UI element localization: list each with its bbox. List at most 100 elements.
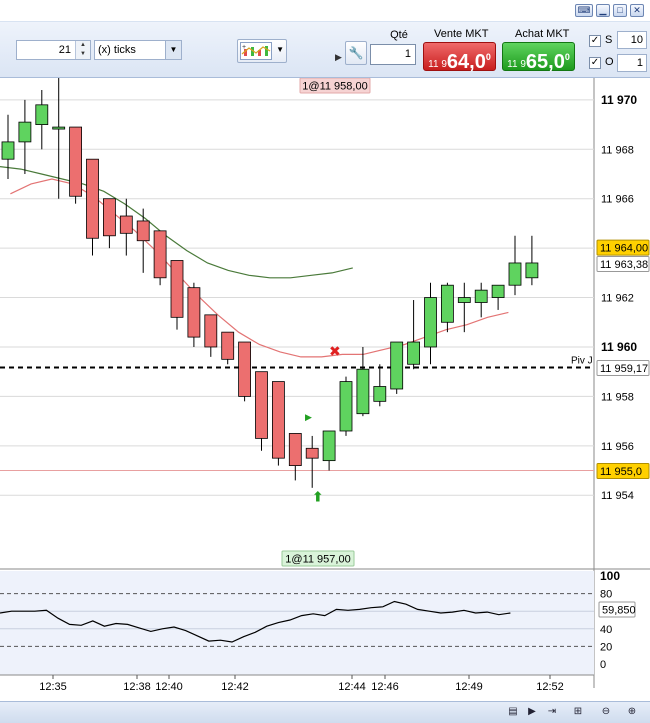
price-chart[interactable]: 11 97011 96811 96611 96411 96211 96011 9… <box>0 78 650 701</box>
candle-body <box>322 430 336 462</box>
status-bar: ▤ ▶ ⇥ ⊞ ⊖ ⊕ <box>0 701 650 723</box>
price-axis-tick: 11 968 <box>601 144 634 156</box>
oscillator-axis-tick: 20 <box>600 641 612 653</box>
stop-label: S <box>605 34 613 46</box>
objective-checkbox[interactable]: ✓ <box>589 57 601 69</box>
buy-price-fraction: 0 <box>564 52 570 62</box>
candle-body <box>18 121 32 143</box>
buy-market-label: Achat MKT <box>515 28 570 40</box>
candle-body <box>204 314 218 348</box>
zoom-out-icon[interactable]: ⊖ <box>598 705 614 720</box>
candle-body <box>440 284 454 323</box>
candle-body <box>86 158 99 239</box>
price-axis-tick: 11 958 <box>601 391 634 403</box>
ticks-value: 21 <box>58 44 71 56</box>
candle-body <box>305 447 319 459</box>
collapse-arrow-icon[interactable]: ▶ <box>335 52 342 63</box>
candle-body <box>390 341 404 390</box>
price-axis-tick: 11 956 <box>601 441 634 453</box>
candle-body <box>119 215 133 234</box>
time-axis-tick: 12:42 <box>221 681 249 693</box>
quantity-label: Qté <box>390 29 408 41</box>
candle-body <box>35 104 49 125</box>
ticks-stepper[interactable]: 21 ▲ ▼ <box>16 40 91 60</box>
oscillator-value-label: 59,850 <box>602 605 636 617</box>
sell-market-button[interactable]: 11 964,00 <box>423 42 496 73</box>
time-axis-tick: 12:52 <box>536 681 564 693</box>
sell-market-label: Vente MKT <box>434 28 489 40</box>
oscillator-axis-tick: 40 <box>600 624 612 636</box>
scroll-lock-icon[interactable]: ▤ <box>505 705 521 720</box>
time-axis-tick: 12:38 <box>123 681 151 693</box>
ticks-unit-label: (x) ticks <box>98 44 136 56</box>
zoom-fit-icon[interactable]: ⊞ <box>570 705 586 720</box>
candle-body <box>103 198 116 237</box>
pending-order-bottom: 1@11 957,00 <box>285 554 350 566</box>
auto-scroll-icon[interactable]: ⇥ <box>544 705 560 720</box>
chevron-down-icon[interactable]: ▼ <box>165 41 181 59</box>
scroll-right-icon[interactable]: ▶ <box>524 705 540 720</box>
buy-price-prefix: 11 9 <box>507 59 526 70</box>
price-axis-tick: 11 962 <box>601 293 634 305</box>
stepper-arrows-icon[interactable]: ▲ ▼ <box>75 41 90 59</box>
candle-body <box>238 341 252 397</box>
candle-body <box>491 284 505 298</box>
resistance-price-label: 11 964,00 <box>600 243 648 255</box>
stop-value-input[interactable]: 10 <box>617 31 647 49</box>
indicators-button[interactable]: + ▼ <box>237 39 287 63</box>
candle-body <box>69 126 82 197</box>
window-controls: ⌨ ▁ □ ✕ <box>575 4 644 17</box>
window-titlebar: ⌨ ▁ □ ✕ <box>0 0 650 22</box>
candle-body <box>407 341 421 365</box>
oscillator-axis-tick: 100 <box>600 569 620 583</box>
chevron-down-icon[interactable]: ▼ <box>276 45 284 54</box>
sell-price-main: 64,0 <box>446 51 486 73</box>
time-axis-tick: 12:46 <box>371 681 399 693</box>
close-icon[interactable]: ✕ <box>630 4 644 17</box>
time-axis-tick: 12:49 <box>455 681 483 693</box>
wrench-icon: 🔧 <box>348 46 364 60</box>
oscillator-axis-tick: 0 <box>600 659 606 671</box>
keyboard-icon[interactable]: ⌨ <box>575 4 593 17</box>
candle-body <box>221 331 235 360</box>
minimize-icon[interactable]: ▁ <box>596 4 610 17</box>
maximize-icon[interactable]: □ <box>613 4 627 17</box>
svg-text:+: + <box>242 44 246 51</box>
objective-value-input[interactable]: 1 <box>617 54 647 72</box>
zoom-in-icon[interactable]: ⊕ <box>624 705 640 720</box>
sell-price-fraction: 0 <box>485 52 491 62</box>
ticks-unit-select[interactable]: (x) ticks ▼ <box>94 40 182 60</box>
candle-body <box>356 368 370 415</box>
price-axis-tick: 11 954 <box>601 490 634 502</box>
objective-label: O <box>605 56 614 68</box>
support-price-label: 11 955,0 <box>600 466 642 478</box>
candle-body <box>424 297 437 348</box>
stop-checkbox[interactable]: ✓ <box>589 35 601 47</box>
candle-body <box>288 433 302 466</box>
settings-wrench-button[interactable]: 🔧 <box>345 41 367 65</box>
buy-arrow-icon: ⬆ <box>312 490 324 506</box>
time-axis-tick: 12:44 <box>338 681 366 693</box>
indicators-icon: + <box>240 42 272 60</box>
candle-body <box>373 386 387 402</box>
sell-price-prefix: 11 9 <box>428 59 447 70</box>
candle-body <box>339 381 353 432</box>
candle-body <box>525 262 539 279</box>
candle-body <box>136 220 150 242</box>
buy-market-button[interactable]: 11 965,00 <box>502 42 575 73</box>
quantity-input[interactable]: 1 <box>370 44 416 65</box>
price-axis-tick: 11 966 <box>601 194 634 206</box>
candle-body <box>52 126 66 130</box>
candle-body <box>255 371 268 439</box>
price-axis-tick: 11 970 <box>601 93 637 107</box>
candle-body <box>457 297 471 303</box>
candle-body <box>508 262 522 286</box>
price-plot-area <box>0 78 594 568</box>
entry-marker-icon: ▶ <box>305 413 312 423</box>
pivot-label: Piv J <box>571 355 593 366</box>
buy-price-main: 65,0 <box>525 51 565 73</box>
pending-order-top: 1@11 958,00 <box>302 81 367 93</box>
price-axis-tick: 11 960 <box>601 340 637 354</box>
time-axis-tick: 12:35 <box>39 681 67 693</box>
candle-body <box>153 230 167 279</box>
